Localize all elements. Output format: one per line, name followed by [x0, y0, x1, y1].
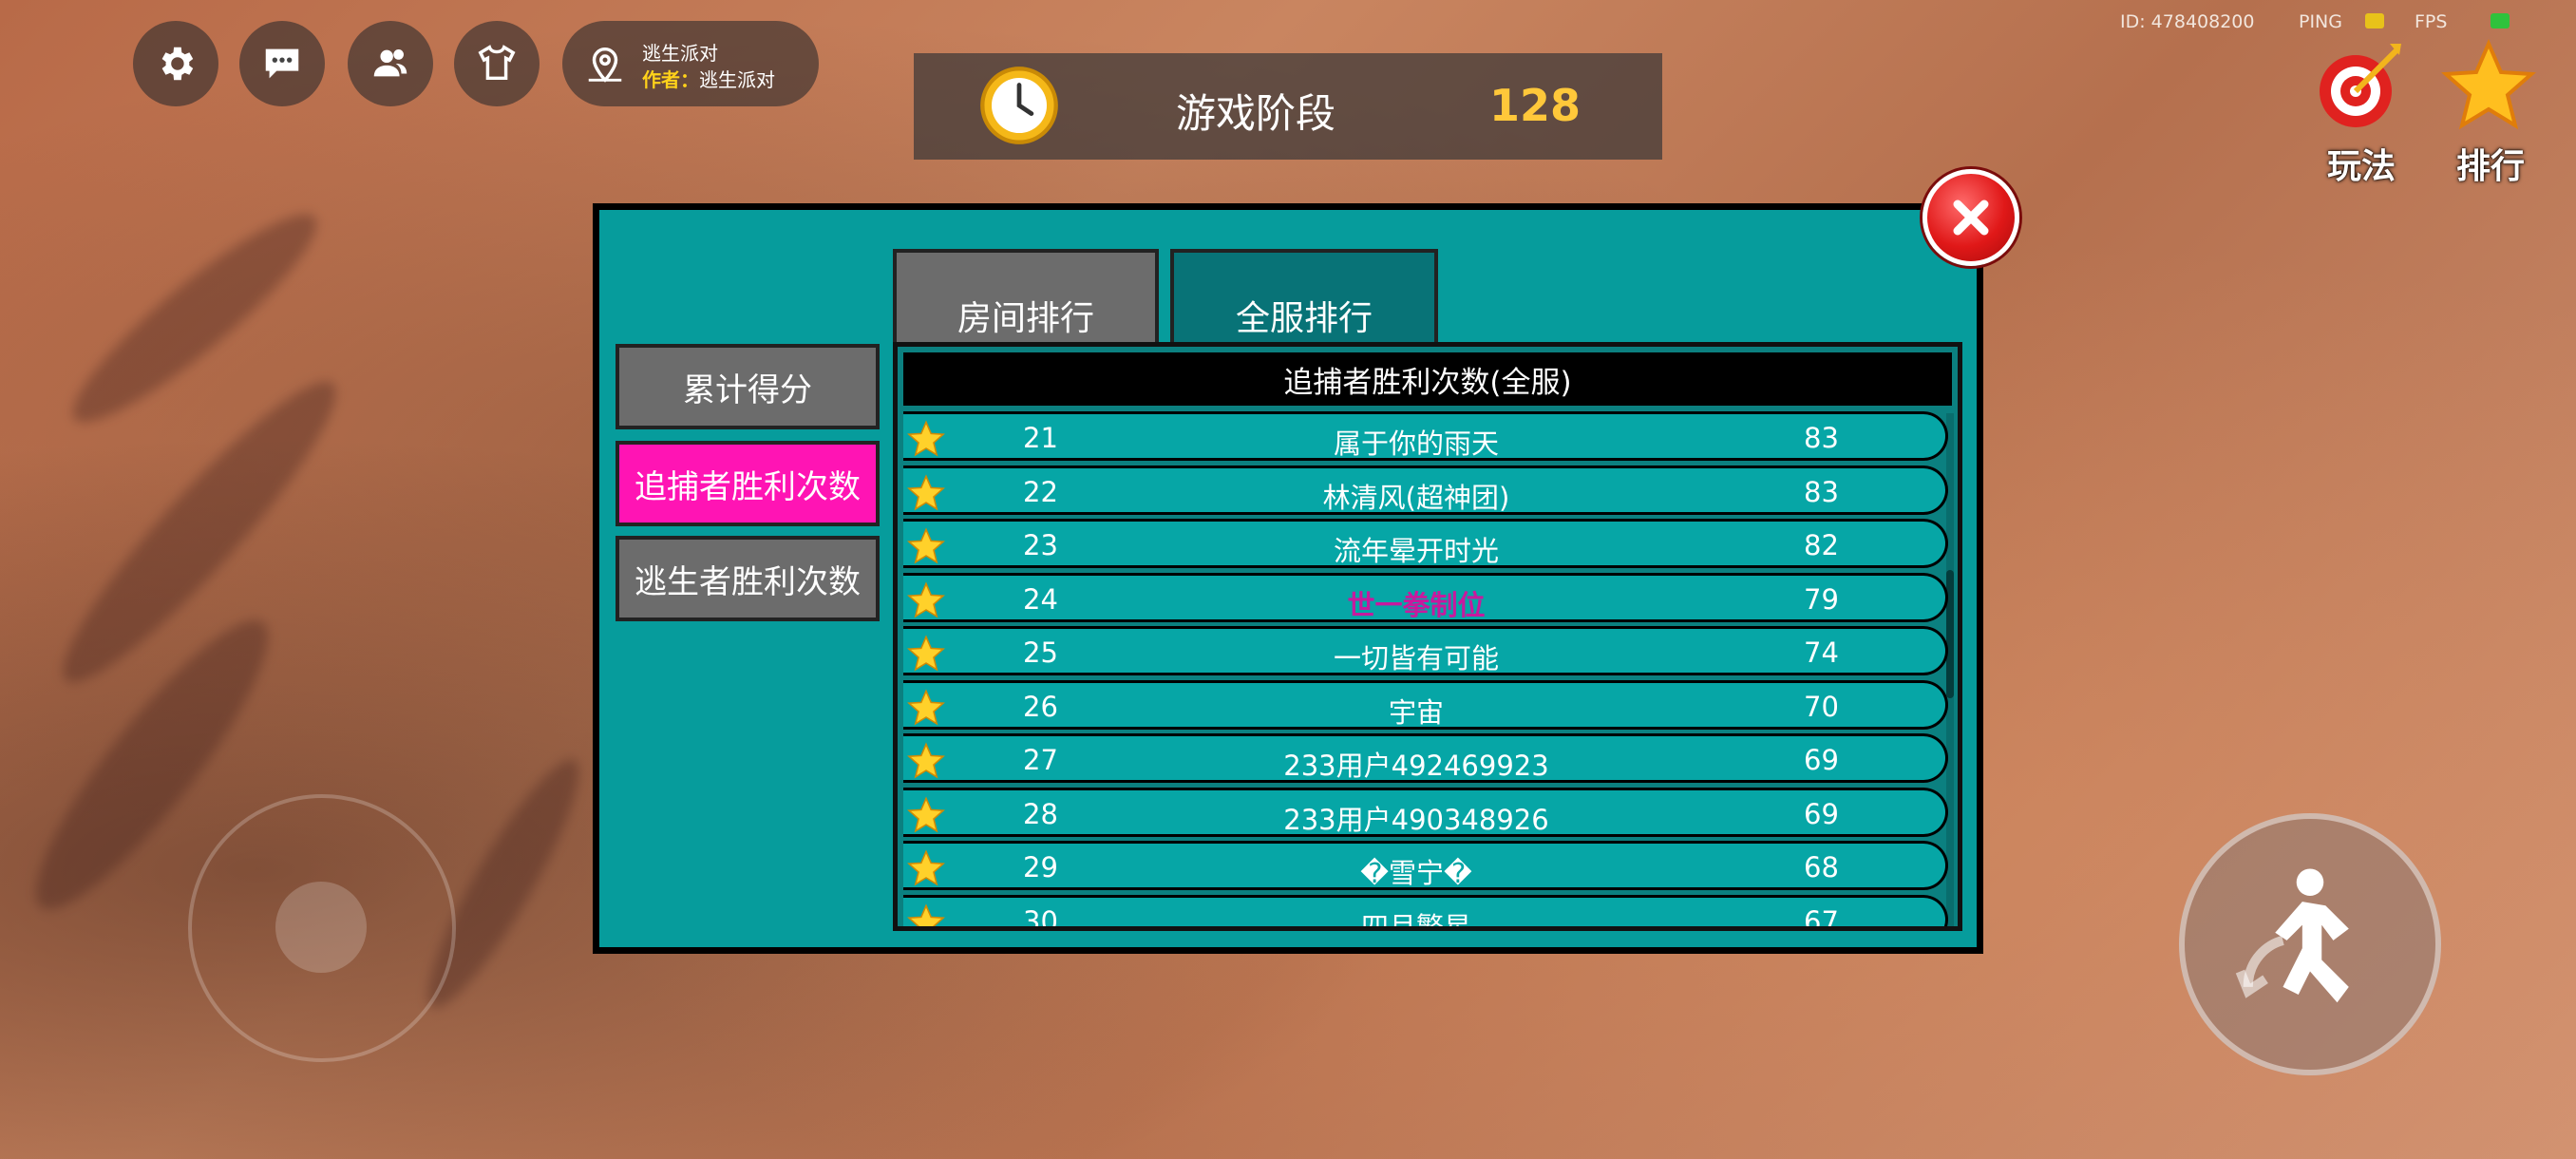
gameplay-label[interactable]: 玩法 — [2327, 139, 2396, 188]
row-player-name: 233用户492469923 — [1283, 750, 1549, 782]
row-player-name: 宇宙 — [1388, 695, 1444, 729]
category-escaper-wins[interactable]: 逃生者胜利次数 — [616, 536, 880, 621]
star-icon — [907, 580, 945, 618]
game-stage-banner: 游戏阶段 128 — [914, 53, 1662, 160]
row-score: 69 — [1804, 797, 1839, 830]
row-rank: 23 — [1023, 529, 1058, 561]
gear-icon — [161, 47, 194, 81]
row-score: 82 — [1804, 529, 1839, 561]
table-row[interactable]: 23 流年晕开时光 82 — [903, 519, 1948, 568]
map-info[interactable]: 逃生派对 作者：逃生派对 — [562, 21, 819, 106]
table-row[interactable]: 24 世一拳制位 79 — [903, 572, 1948, 622]
jump-icon — [2235, 868, 2349, 1003]
row-score: 69 — [1804, 744, 1839, 776]
table-row[interactable]: 21 属于你的雨天 83 — [903, 411, 1948, 461]
settings-button[interactable] — [133, 21, 218, 106]
row-rank: 22 — [1023, 475, 1058, 508]
star-icon — [907, 527, 945, 564]
chat-button[interactable] — [239, 21, 325, 106]
row-rank: 30 — [1023, 904, 1058, 931]
map-name: 逃生派对 — [642, 42, 718, 65]
map-author: 作者：逃生派对 — [642, 65, 775, 92]
row-player-name: 属于你的雨天 — [1333, 428, 1499, 460]
fps-indicator — [2491, 13, 2510, 28]
close-icon — [1953, 200, 1989, 236]
row-rank: 27 — [1023, 744, 1058, 776]
star-icon — [907, 420, 945, 457]
row-player-name: 233用户490348926 — [1283, 803, 1549, 836]
row-score: 83 — [1804, 422, 1839, 454]
row-score: 68 — [1804, 851, 1839, 884]
table-row[interactable]: 30 四月繁星 67 — [903, 894, 1948, 931]
star-icon — [907, 473, 945, 510]
ping-indicator — [2365, 13, 2384, 28]
table-row[interactable]: 28 233用户490348926 69 — [903, 787, 1948, 837]
people-icon — [373, 49, 407, 77]
clock-icon — [980, 66, 1058, 144]
row-score: 74 — [1804, 636, 1839, 669]
row-rank: 25 — [1023, 636, 1058, 669]
star-icon[interactable] — [2441, 38, 2536, 133]
friends-button[interactable] — [348, 21, 433, 106]
ping-label: PING — [2299, 11, 2342, 32]
star-icon — [907, 902, 945, 926]
row-player-name: 一切皆有可能 — [1333, 642, 1499, 674]
author-label: 作者： — [642, 68, 699, 91]
row-rank: 28 — [1023, 797, 1058, 830]
jump-button[interactable] — [2179, 813, 2441, 1075]
row-score: 70 — [1804, 690, 1839, 723]
table-row[interactable]: 29 �雪宁� 68 — [903, 841, 1948, 890]
category-chaser-wins[interactable]: 追捕者胜利次数 — [616, 441, 880, 526]
close-button[interactable] — [1923, 169, 2019, 266]
row-player-name: 林清风(超神团) — [1322, 481, 1510, 514]
category-total-score[interactable]: 累计得分 — [616, 344, 880, 429]
list-scrollbar[interactable] — [1946, 413, 1954, 926]
table-row[interactable]: 25 一切皆有可能 74 — [903, 626, 1948, 675]
star-icon — [907, 688, 945, 725]
joystick-knob[interactable] — [275, 882, 367, 973]
ranking-label[interactable]: 排行 — [2456, 139, 2525, 188]
row-player-name: 世一拳制位 — [1347, 588, 1486, 621]
row-rank: 21 — [1023, 422, 1058, 454]
star-icon — [907, 635, 945, 672]
player-id: ID: 478408200 — [2120, 11, 2255, 32]
row-rank: 24 — [1023, 582, 1058, 616]
row-player-name: 四月繁星 — [1360, 910, 1471, 931]
map-pin-icon — [588, 48, 622, 83]
row-rank: 26 — [1023, 690, 1058, 723]
stage-countdown: 128 — [1489, 80, 1582, 131]
star-icon — [907, 742, 945, 779]
outfit-button[interactable] — [454, 21, 540, 106]
table-row[interactable]: 26 宇宙 70 — [903, 679, 1948, 730]
author-name: 逃生派对 — [699, 68, 775, 91]
ranking-rows: 21 属于你的雨天 83 22 林清风(超神团) 83 23 流年晕开时光 82… — [903, 411, 1948, 931]
chat-bubble-icon — [265, 48, 299, 79]
star-icon — [907, 849, 945, 886]
row-score: 67 — [1804, 904, 1839, 931]
ranking-list[interactable]: 追捕者胜利次数(全服) 21 属于你的雨天 83 22 林清风(超神团) 83 … — [893, 342, 1962, 931]
table-row[interactable]: 27 233用户492469923 69 — [903, 733, 1948, 783]
target-icon[interactable] — [2314, 38, 2409, 133]
row-rank: 29 — [1023, 851, 1058, 884]
row-score: 83 — [1804, 475, 1839, 508]
row-score: 79 — [1804, 582, 1839, 616]
table-row[interactable]: 22 林清风(超神团) 83 — [903, 465, 1948, 515]
list-header: 追捕者胜利次数(全服) — [903, 352, 1952, 406]
shirt-icon — [478, 45, 516, 81]
scrollbar-thumb[interactable] — [1946, 570, 1954, 698]
stage-label: 游戏阶段 — [1176, 90, 1336, 137]
row-player-name: �雪宁� — [1360, 857, 1472, 889]
row-player-name: 流年晕开时光 — [1333, 535, 1499, 567]
fps-label: FPS — [2415, 11, 2448, 32]
star-icon — [907, 795, 945, 832]
